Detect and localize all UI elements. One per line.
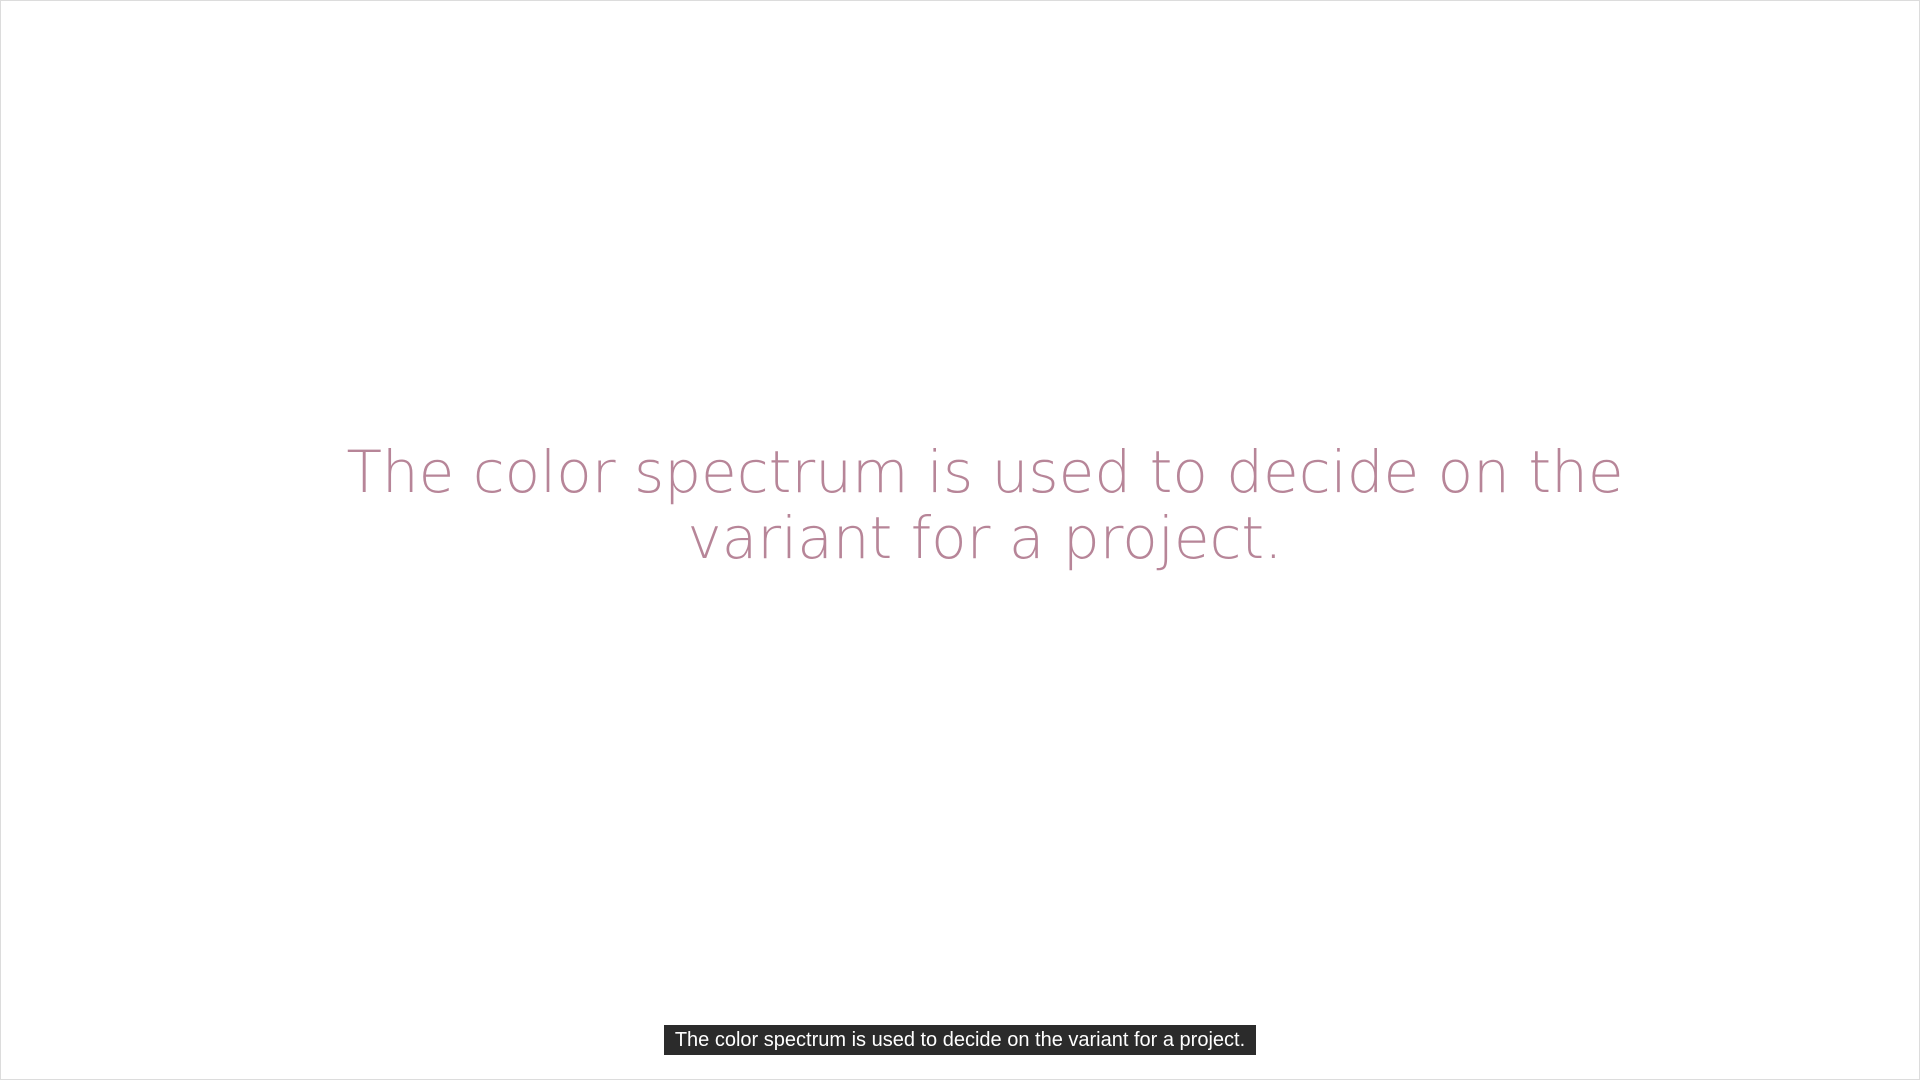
subtitle-container: The color spectrum is used to decide on … — [1, 1025, 1919, 1055]
subtitle-caption: The color spectrum is used to decide on … — [663, 1025, 1257, 1055]
video-frame: The color spectrum is used to decide on … — [0, 0, 1920, 1080]
slide-text: The color spectrum is used to decide on … — [346, 438, 1624, 572]
